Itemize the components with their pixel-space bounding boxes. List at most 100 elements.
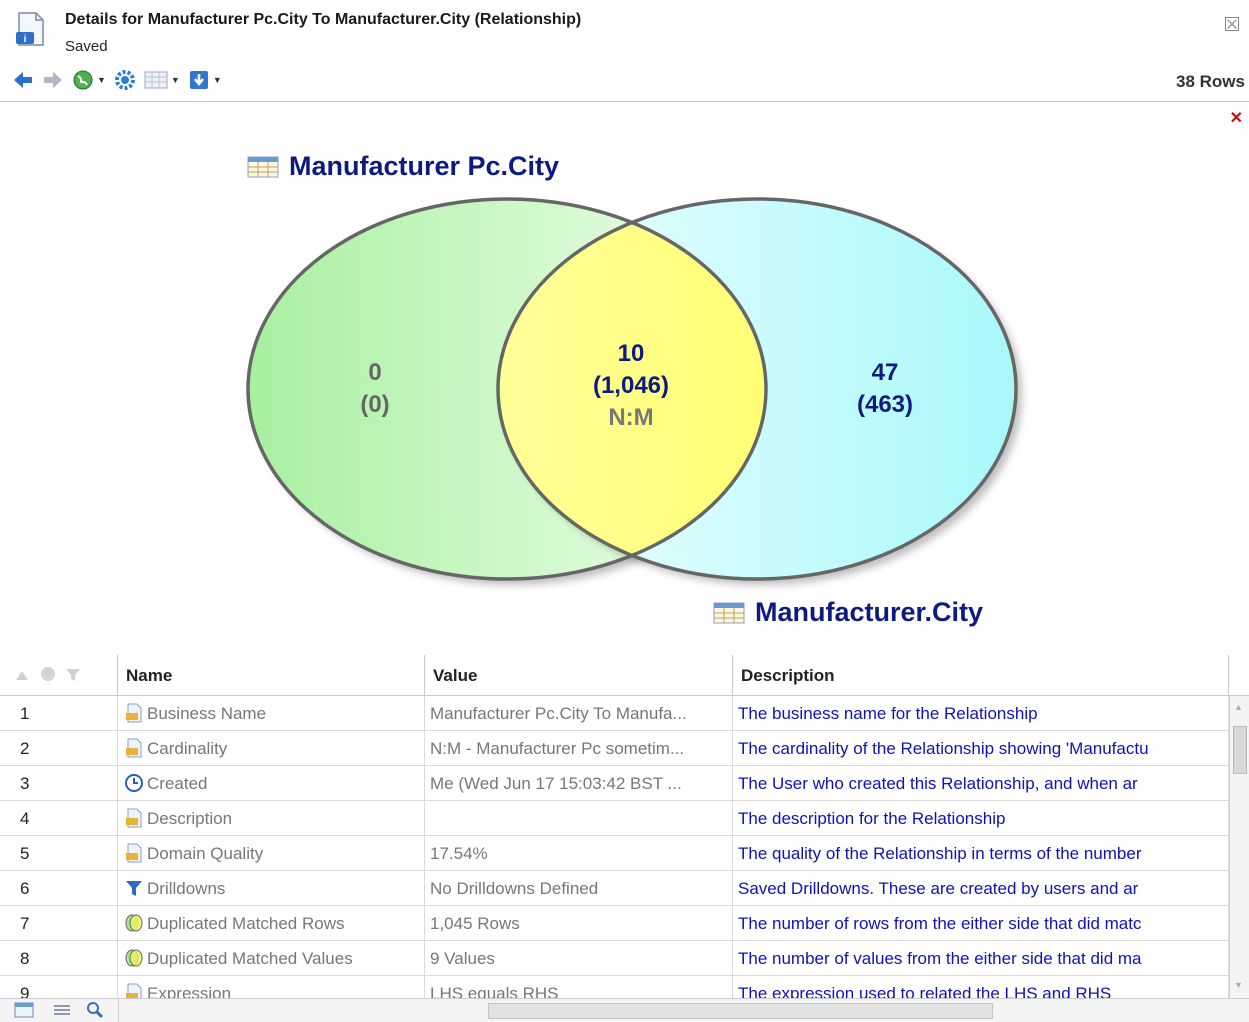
property-description[interactable]: Saved Drilldowns. These are created by u… [733, 871, 1229, 906]
property-name-cell[interactable]: Domain Quality [118, 836, 425, 871]
table-row[interactable]: 2 Cardinality N:M - Manufacturer Pc someti… [0, 731, 1229, 766]
toolbar: ▼ ▼ ▼ [12, 66, 230, 94]
scroll-up-icon[interactable]: ▲ [1234, 702, 1243, 712]
chevron-down-icon: ▼ [97, 75, 106, 85]
left-only-counts: 0 (0) [325, 357, 425, 421]
document-icon [124, 700, 144, 723]
vertical-scroll-thumb[interactable] [1233, 726, 1247, 774]
property-description[interactable]: The User who created this Relationship, … [733, 766, 1229, 801]
row-number: 8 [0, 941, 118, 976]
grid-header-controls [0, 655, 118, 695]
clock-icon [124, 770, 144, 792]
property-value[interactable]: Manufacturer Pc.City To Manufa... [425, 696, 733, 731]
row-number: 1 [0, 696, 118, 731]
overlap-row-count: (1,046) [592, 372, 670, 399]
back-button[interactable] [12, 70, 34, 90]
property-name: Drilldowns [147, 879, 226, 898]
property-name-cell[interactable]: Drilldowns [118, 871, 425, 906]
properties-grid: Name Value Description 1 Business Name Man… [0, 655, 1249, 1022]
column-header-value[interactable]: Value [425, 655, 733, 695]
right-only-counts: 47 (463) [825, 357, 945, 421]
property-value[interactable] [425, 801, 733, 836]
property-value[interactable]: 17.54% [425, 836, 733, 871]
window-title: Details for Manufacturer Pc.City To Manu… [65, 11, 582, 28]
export-menu-button[interactable]: ▼ [188, 69, 222, 91]
right-only-row-count: (463) [856, 391, 914, 418]
horizontal-scroll-thumb[interactable] [488, 1003, 993, 1019]
property-description[interactable]: The business name for the Relationship [733, 696, 1229, 731]
table-row[interactable]: 4 Description The description for the Rela… [0, 801, 1229, 836]
property-name: Duplicated Matched Rows [147, 914, 345, 933]
right-set-name: Manufacturer.City [755, 597, 984, 627]
grid-icon [144, 71, 168, 89]
forward-arrow-icon [44, 72, 62, 88]
gear-icon [114, 70, 135, 90]
globe-menu-button[interactable]: ▼ [72, 69, 106, 91]
document-icon [124, 735, 144, 758]
property-description[interactable]: The description for the Relationship [733, 801, 1229, 836]
document-icon [124, 805, 144, 828]
right-only-value-count: 47 [871, 359, 899, 386]
property-name-cell[interactable]: Duplicated Matched Values [118, 941, 425, 976]
property-description[interactable]: The expression used to related the LHS a… [733, 976, 1229, 998]
row-number: 6 [0, 871, 118, 906]
row-number: 4 [0, 801, 118, 836]
grid-header: Name Value Description [0, 655, 1249, 696]
back-arrow-icon [14, 72, 32, 88]
property-value[interactable]: 1,045 Rows [425, 906, 733, 941]
property-name-cell[interactable]: Description [118, 801, 425, 836]
row-count: 38 Rows [1176, 72, 1245, 91]
table-row[interactable]: 8 Duplicated Matched Values 9 Values The nu… [0, 941, 1229, 976]
settings-button[interactable] [114, 69, 136, 91]
table-row[interactable]: 3 Created Me (Wed Jun 17 15:03:42 BST ... T… [0, 766, 1229, 801]
sort-up-icon[interactable] [14, 668, 30, 682]
row-number: 9 [0, 976, 118, 998]
table-icon [247, 156, 279, 177]
grid-menu-button[interactable]: ▼ [144, 70, 180, 90]
circle-icon[interactable] [39, 665, 57, 683]
property-name-cell[interactable]: Cardinality [118, 731, 425, 766]
details-header: i Details for Manufacturer Pc.City To Ma… [0, 0, 1249, 102]
property-name-cell[interactable]: Business Name [118, 696, 425, 731]
property-description[interactable]: The quality of the Relationship in terms… [733, 836, 1229, 871]
table-row[interactable]: 5 Domain Quality 17.54% The quality of the … [0, 836, 1229, 871]
table-row[interactable]: 6 Drilldowns No Drilldowns Defined Saved Dr… [0, 871, 1229, 906]
column-header-name[interactable]: Name [118, 655, 425, 695]
search-icon[interactable] [86, 1001, 104, 1019]
property-value[interactable]: 9 Values [425, 941, 733, 976]
list-view-icon[interactable] [52, 1002, 72, 1018]
property-name-cell[interactable]: Expression [118, 976, 425, 998]
property-description[interactable]: The cardinality of the Relationship show… [733, 731, 1229, 766]
property-name: Description [147, 809, 233, 828]
filter-icon[interactable] [65, 667, 81, 683]
overlap-value-count: 10 [617, 340, 645, 367]
scroll-down-icon[interactable]: ▼ [1234, 980, 1243, 990]
table-icon [713, 602, 745, 623]
table-row[interactable]: 9 Expression LHS equals RHS The expression … [0, 976, 1229, 998]
forward-button[interactable] [42, 70, 64, 90]
property-name: Business Name [147, 704, 267, 723]
save-status: Saved [65, 38, 108, 55]
property-value[interactable]: LHS equals RHS [425, 976, 733, 998]
property-value[interactable]: Me (Wed Jun 17 15:03:42 BST ... [425, 766, 733, 801]
property-value[interactable]: N:M - Manufacturer Pc sometim... [425, 731, 733, 766]
column-header-description[interactable]: Description [733, 655, 1229, 695]
document-icon [124, 980, 144, 998]
chevron-down-icon: ▼ [170, 75, 180, 85]
table-view-icon[interactable] [14, 1002, 34, 1018]
row-number: 7 [0, 906, 118, 941]
row-number: 5 [0, 836, 118, 871]
table-row[interactable]: 1 Business Name Manufacturer Pc.City To Ma… [0, 696, 1229, 731]
property-name-cell[interactable]: Created [118, 766, 425, 801]
property-description[interactable]: The number of rows from the either side … [733, 906, 1229, 941]
property-value[interactable]: No Drilldowns Defined [425, 871, 733, 906]
table-row[interactable]: 7 Duplicated Matched Rows 1,045 Rows The nu… [0, 906, 1229, 941]
vertical-scrollbar[interactable]: ▲ ▼ [1229, 696, 1249, 998]
close-icon[interactable]: ⮽ [1224, 14, 1240, 37]
row-number: 2 [0, 731, 118, 766]
chevron-down-icon: ▼ [212, 75, 222, 85]
overlap-counts: 10 (1,046) N:M [561, 338, 701, 434]
property-name-cell[interactable]: Duplicated Matched Rows [118, 906, 425, 941]
property-description[interactable]: The number of values from the either sid… [733, 941, 1229, 976]
property-name: Cardinality [147, 739, 228, 758]
